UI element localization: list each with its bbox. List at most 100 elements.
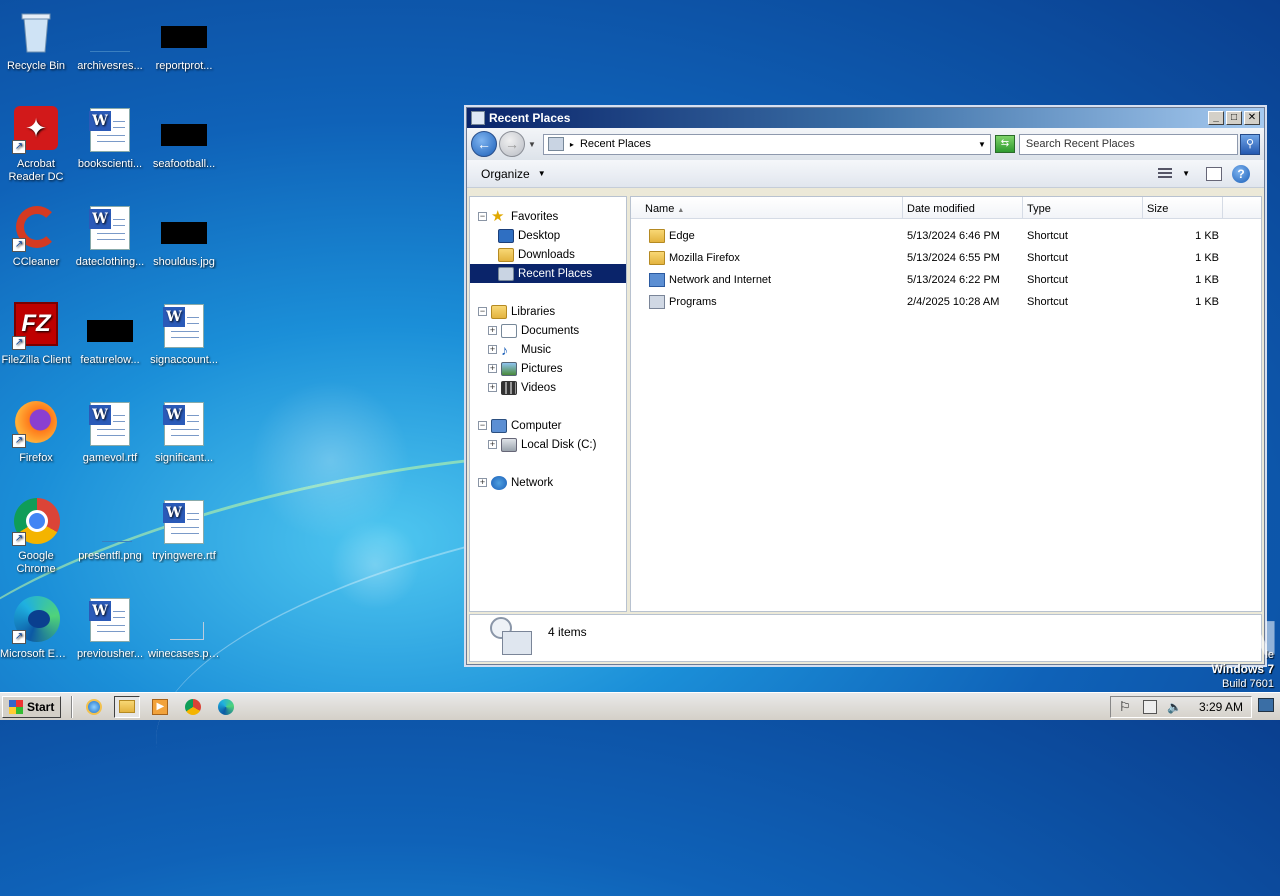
minimize-button[interactable]: _ xyxy=(1208,111,1224,125)
nav-local-disk[interactable]: + Local Disk (C:) xyxy=(470,435,626,454)
desktop-icon-archivesres[interactable]: archivesres... xyxy=(74,8,146,73)
file-row[interactable]: Programs 2/4/2025 10:28 AM Shortcut 1 KB xyxy=(631,291,1261,313)
desktop-icon-edge[interactable]: ↗ Microsoft Edge xyxy=(0,596,72,661)
desktop-icon-acrobat[interactable]: ✦ ↗ Acrobat Reader DC xyxy=(0,106,72,184)
back-button[interactable]: ← xyxy=(471,131,497,157)
collapse-icon[interactable]: − xyxy=(478,212,487,221)
history-dropdown-icon[interactable]: ▼ xyxy=(528,140,536,149)
desktop-icon-label: significant... xyxy=(154,452,214,464)
computer-icon xyxy=(491,418,507,433)
desktop-icon-tryingwere[interactable]: W tryingwere.rtf xyxy=(148,498,220,563)
file-name: Network and Internet xyxy=(669,274,772,286)
navigation-pane[interactable]: − ★ Favorites Desktop Downloads Recent P… xyxy=(469,196,627,612)
window-title: Recent Places xyxy=(489,111,571,125)
network-tray-icon[interactable] xyxy=(1142,699,1157,714)
expand-icon[interactable]: + xyxy=(488,440,497,449)
column-header-name[interactable]: Name ▲ xyxy=(631,197,903,218)
search-icon[interactable]: ⚲ xyxy=(1240,133,1260,155)
file-row[interactable]: Mozilla Firefox 5/13/2024 6:55 PM Shortc… xyxy=(631,247,1261,269)
explorer-window[interactable]: Recent Places _ □ ✕ ← → ▼ ▸ Recent Place… xyxy=(466,107,1265,665)
desktop-icon-recycle-bin[interactable]: Recycle Bin xyxy=(0,8,72,73)
star-icon: ★ xyxy=(491,207,505,225)
shortcut-arrow-icon: ↗ xyxy=(12,140,26,154)
title-bar[interactable]: Recent Places _ □ ✕ xyxy=(467,108,1264,128)
desktop-icon-featurelow[interactable]: featurelow... xyxy=(74,302,146,367)
organize-button[interactable]: Organize ▼ xyxy=(481,167,546,181)
desktop-icon-label: gamevol.rtf xyxy=(82,452,138,464)
address-bar[interactable]: ▸ Recent Places ▼ xyxy=(542,133,991,155)
expand-icon[interactable]: + xyxy=(488,326,497,335)
chrome-icon xyxy=(185,698,202,715)
desktop-icon-presentfl[interactable]: presentfl.png xyxy=(74,498,146,563)
nav-pictures[interactable]: + Pictures xyxy=(470,359,626,378)
nav-computer[interactable]: − Computer xyxy=(470,416,626,435)
desktop-icon-gamevol[interactable]: W gamevol.rtf xyxy=(74,400,146,465)
desktop-icon xyxy=(498,228,514,243)
desktop-icon-reportprot[interactable]: reportprot... xyxy=(148,8,220,73)
desktop-icon-shouldus[interactable]: shouldus.jpg xyxy=(148,204,220,269)
volume-icon[interactable]: 🔈 xyxy=(1167,700,1182,714)
file-row[interactable]: Edge 5/13/2024 6:46 PM Shortcut 1 KB xyxy=(631,225,1261,247)
column-header-date[interactable]: Date modified xyxy=(903,197,1023,218)
breadcrumb-arrow-icon[interactable]: ▸ xyxy=(570,140,574,149)
taskbar-ie[interactable] xyxy=(81,696,107,718)
desktop-icon-signaccount[interactable]: W signaccount... xyxy=(148,302,220,367)
close-button[interactable]: ✕ xyxy=(1244,111,1260,125)
desktop-icon-winecases[interactable]: winecases.png xyxy=(148,596,220,661)
desktop-icon-significant[interactable]: W significant... xyxy=(148,400,220,465)
show-desktop-button[interactable] xyxy=(1258,698,1274,712)
file-name: Edge xyxy=(669,230,695,242)
taskbar-media-player[interactable]: ▶ xyxy=(147,696,173,718)
collapse-icon[interactable]: − xyxy=(478,307,487,316)
image-file-icon xyxy=(160,204,208,252)
column-header-size[interactable]: Size xyxy=(1143,197,1223,218)
view-dropdown-icon[interactable]: ▼ xyxy=(1182,169,1190,178)
nav-recent-places[interactable]: Recent Places xyxy=(470,264,626,283)
start-button[interactable]: Start xyxy=(2,695,62,718)
nav-desktop[interactable]: Desktop xyxy=(470,226,626,245)
desktop-icon-chrome[interactable]: ↗ Google Chrome xyxy=(0,498,72,576)
help-icon[interactable]: ? xyxy=(1232,164,1250,183)
taskbar-chrome[interactable] xyxy=(180,696,206,718)
file-list[interactable]: Name ▲ Date modified Type Size Edge 5/13… xyxy=(630,196,1262,612)
action-center-flag-icon[interactable]: ⚐ xyxy=(1119,699,1133,714)
nav-network[interactable]: + Network xyxy=(470,473,626,492)
nav-libraries[interactable]: − Libraries xyxy=(470,302,626,321)
desktop-icon-bookscienti[interactable]: W bookscienti... xyxy=(74,106,146,171)
music-icon: ♪ xyxy=(501,341,508,358)
file-row[interactable]: Network and Internet 5/13/2024 6:22 PM S… xyxy=(631,269,1261,291)
desktop-icon-dateclothing[interactable]: W dateclothing... xyxy=(74,204,146,269)
desktop-icon-label: Acrobat Reader DC xyxy=(8,158,64,183)
file-date: 5/13/2024 6:46 PM xyxy=(907,230,1000,242)
collapse-icon[interactable]: − xyxy=(478,421,487,430)
folder-icon xyxy=(119,700,136,713)
nav-videos[interactable]: + Videos xyxy=(470,378,626,397)
column-header-type[interactable]: Type xyxy=(1023,197,1143,218)
taskbar-edge[interactable] xyxy=(213,696,239,718)
nav-favorites[interactable]: − ★ Favorites xyxy=(470,207,626,226)
desktop-icon-ccleaner[interactable]: ↗ CCleaner xyxy=(0,204,72,269)
maximize-button[interactable]: □ xyxy=(1226,111,1242,125)
desktop-icon-firefox[interactable]: ↗ Firefox xyxy=(0,400,72,465)
address-dropdown-icon[interactable]: ▼ xyxy=(978,140,986,149)
forward-button[interactable]: → xyxy=(499,131,525,157)
filezilla-icon: FZ ↗ xyxy=(12,302,60,350)
expand-icon[interactable]: + xyxy=(488,383,497,392)
nav-downloads[interactable]: Downloads xyxy=(470,245,626,264)
network-icon xyxy=(491,475,507,490)
desktop-icon-previousher[interactable]: W previousher... xyxy=(74,596,146,661)
preview-pane-icon[interactable] xyxy=(1206,166,1222,181)
desktop-icon-seafootball[interactable]: seafootball... xyxy=(148,106,220,171)
view-options-icon[interactable] xyxy=(1158,167,1173,180)
desktop-icon-label: bookscienti... xyxy=(77,158,143,170)
nav-music[interactable]: + ♪ Music xyxy=(470,340,626,359)
refresh-button[interactable]: ⇆ xyxy=(994,135,1015,153)
clock[interactable]: 3:29 AM xyxy=(1199,700,1243,714)
search-input[interactable]: Search Recent Places xyxy=(1018,133,1238,155)
expand-icon[interactable]: + xyxy=(488,345,497,354)
expand-icon[interactable]: + xyxy=(478,478,487,487)
desktop-icon-filezilla[interactable]: FZ ↗ FileZilla Client xyxy=(0,302,72,367)
expand-icon[interactable]: + xyxy=(488,364,497,373)
nav-documents[interactable]: + Documents xyxy=(470,321,626,340)
taskbar-explorer[interactable] xyxy=(114,695,141,718)
